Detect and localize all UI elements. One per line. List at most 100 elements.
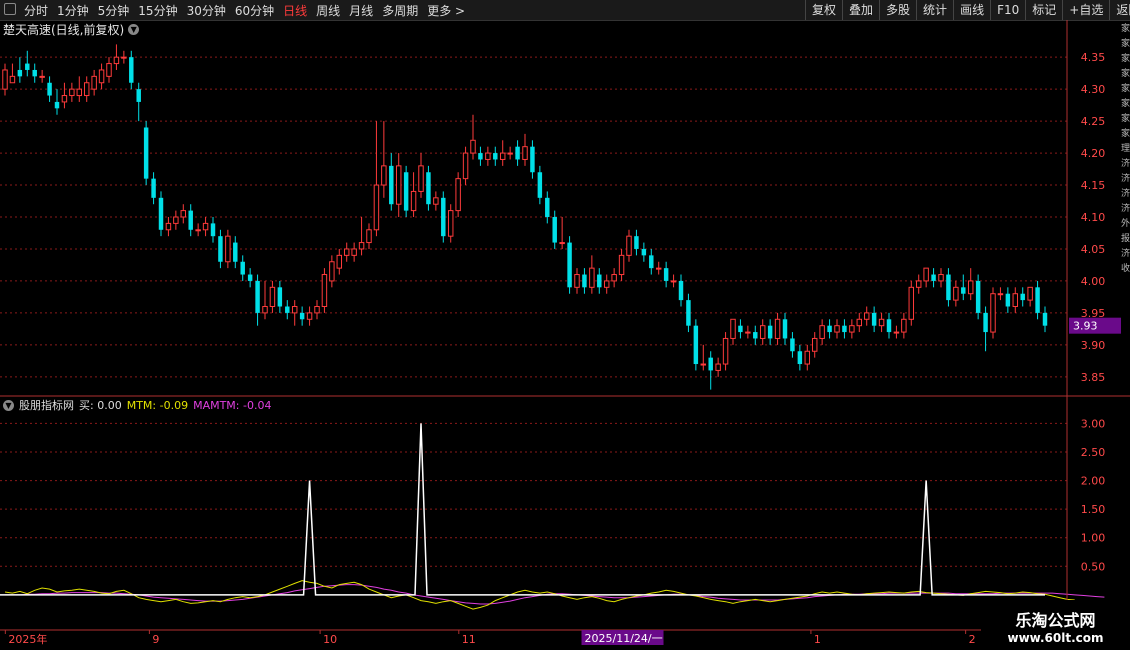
indicator-tick-label: 3.00 [1081,417,1106,430]
candle-body-up [915,280,922,288]
candle-body-up [195,229,201,232]
strip-char: 家 [1121,84,1130,94]
indicator-buy: 买: 0.00 [79,399,122,412]
watermark: 乐淘公式网 www.60lt.com [981,600,1130,650]
indicator-lines [0,423,1105,610]
candle-body-down [1035,287,1040,313]
candle-body-up [559,242,565,245]
candle-body-up [804,350,811,365]
candle-body-down [426,172,431,205]
candle-body-up [373,184,380,231]
candle-body-down [842,325,847,333]
price-tick-label: 4.05 [1081,243,1106,256]
indicator-tick-label: 1.00 [1081,532,1106,545]
axes: 4.354.304.254.204.154.104.054.003.953.90… [0,20,1130,646]
candle-body-up [470,139,476,154]
candle-body-down [530,146,535,173]
candle-body-down [210,223,216,237]
candle-body-up [314,306,320,314]
candle-body-up [291,306,298,314]
candle-body-up [106,63,112,77]
candle-body-down [797,351,803,365]
candle-body-up [700,363,707,366]
candle-body-down [708,357,713,371]
candle-body-up [381,165,387,186]
candle-body-up [603,280,610,288]
candle-body-up [774,318,781,339]
candle-body-down [1042,312,1048,326]
date-label: 11 [462,633,476,646]
candle-body-down [871,312,877,326]
candle-body-up [410,190,417,212]
candle-body-up [269,286,276,308]
candle-body-down [515,146,520,160]
candle-body-up [655,267,662,270]
candle-body-up [351,248,357,256]
candle-body-up [69,88,75,97]
candle-body-down [582,274,587,288]
indicator-mtm: MTM: -0.09 [126,398,189,412]
candle-body-up [366,229,372,244]
candle-body-down [961,287,966,294]
candle-body-up [91,75,97,90]
candle-body-down [25,63,30,70]
candle-body-down [782,319,788,339]
candle-body-up [165,222,172,231]
candle-body-up [745,331,751,334]
candle-body-down [537,172,543,198]
price-tick-label: 3.85 [1081,371,1106,384]
candle-body-up [225,235,231,263]
strip-char: 家 [1121,24,1130,34]
strip-char: 家 [1121,99,1130,109]
candle-body-up [455,178,461,212]
indicator-tick-label: 2.50 [1081,446,1106,459]
candle-body-up [849,325,855,333]
strip-char: 家 [1121,114,1130,124]
candle-body-up [2,69,8,90]
candle-body-down [693,325,699,365]
price-tick-label: 4.15 [1081,179,1106,192]
candle-body-down [738,325,743,333]
candle-body-down [389,165,394,205]
indicator-tick-label: 2.00 [1081,475,1106,488]
candle-body-up [262,306,268,314]
candle-body-down [975,280,981,313]
candle-body-up [997,293,1004,296]
candle-body-up [611,274,617,282]
candle-body-down [285,306,290,313]
price-tick-label: 4.25 [1081,115,1106,128]
candle-body-down [247,274,253,281]
strip-char: 济 [1121,159,1130,169]
candle-body-up [730,318,736,339]
strip-char: 外 [1121,219,1130,229]
candle-body-up [953,286,959,301]
candle-body-up [61,95,68,103]
chevron-down-icon[interactable]: ▼ [3,399,14,411]
kline-chart[interactable]: 4.354.304.254.204.154.104.054.003.953.90… [0,0,1130,650]
candle-body-down [946,274,951,301]
candle-body-up [589,267,595,288]
candle-body-up [759,325,766,339]
candle-body-up [722,337,729,365]
candle-body-up [202,222,209,231]
candle-body-up [923,267,929,282]
candle-body-up [670,280,677,283]
candle-body-up [967,280,974,295]
date-label: 2 [969,633,976,646]
candle-body-up [893,331,900,334]
candle-body-down [54,101,60,109]
candle-body-up [499,152,506,160]
candle-body-up [76,88,83,97]
candle-body-down [233,242,238,262]
strip-char: 家 [1121,129,1130,139]
candle-body-down [567,242,572,288]
candle-body-down [255,280,260,313]
candle-body-down [218,236,223,262]
indicator-bar: ▼ 股朋指标网 买: 0.00 MTM: -0.09 MAMTM: -0.04 [0,398,271,412]
price-tick-label: 4.30 [1081,83,1106,96]
watermark-url: www.60lt.com [1007,631,1104,645]
candle-body-down [649,255,654,269]
candle-body-down [277,287,283,307]
candle-body-up [574,274,580,288]
strip-char: 理 [1121,144,1130,154]
